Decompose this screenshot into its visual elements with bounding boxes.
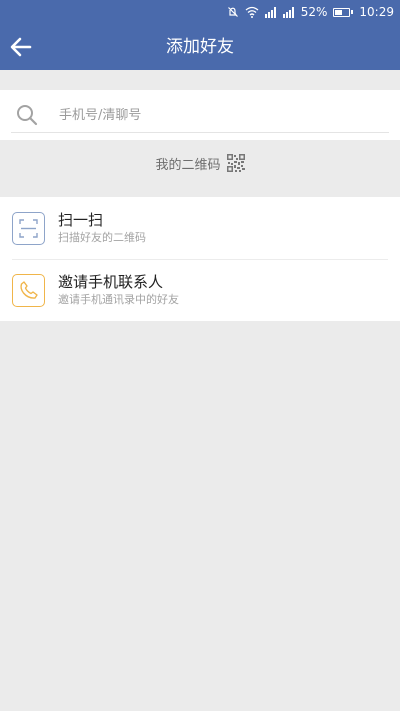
search-box: [11, 98, 389, 133]
clock: 10:29: [359, 5, 394, 19]
add-friend-options: 扫一扫 扫描好友的二维码 邀请手机联系人 邀请手机通讯录中的好友: [0, 197, 400, 321]
mute-icon: [227, 6, 239, 18]
my-qr-code-button[interactable]: 我的二维码: [0, 140, 400, 186]
search-bar: [0, 90, 400, 140]
scan-icon: [12, 211, 45, 245]
scan-subtitle: 扫描好友的二维码: [58, 231, 146, 244]
scan-option[interactable]: 扫一扫 扫描好友的二维码: [0, 197, 400, 259]
search-input[interactable]: [57, 106, 389, 124]
status-bar: 52% 10:29: [0, 0, 400, 24]
invite-contacts-subtitle: 邀请手机通讯录中的好友: [58, 293, 179, 306]
battery-icon: [333, 7, 354, 17]
qr-code-icon: [226, 154, 245, 172]
signal-icon: [264, 6, 277, 18]
invite-contacts-title: 邀请手机联系人: [58, 273, 164, 291]
phone-icon: [12, 273, 45, 307]
battery-percent: 52%: [300, 5, 328, 19]
my-qr-code-label: 我的二维码: [155, 157, 221, 173]
search-icon: [17, 105, 38, 126]
wifi-icon: [245, 6, 259, 18]
arrow-left-icon: [10, 37, 32, 57]
back-button[interactable]: [6, 32, 36, 62]
app-bar: 添加好友: [0, 24, 400, 70]
invite-contacts-option[interactable]: 邀请手机联系人 邀请手机通讯录中的好友: [0, 259, 400, 321]
signal-icon: [282, 6, 295, 18]
page-title: 添加好友: [166, 37, 234, 57]
scan-title: 扫一扫: [58, 211, 104, 229]
